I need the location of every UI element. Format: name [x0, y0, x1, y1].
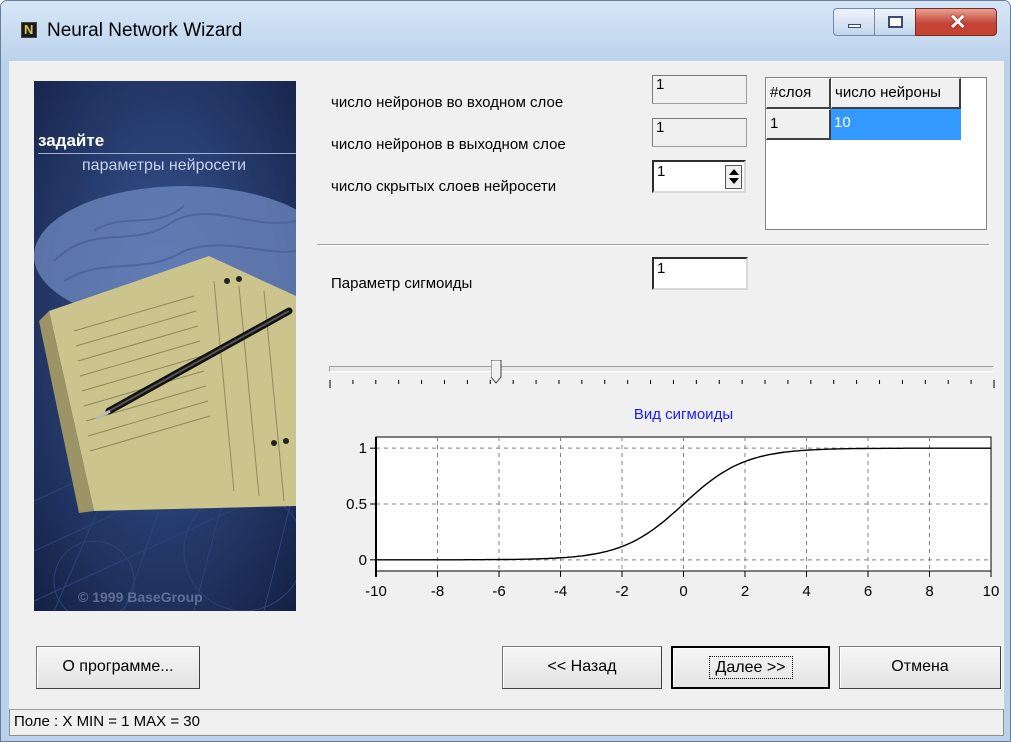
cancel-button-label: Отмена	[891, 658, 949, 675]
slider-ticks	[329, 380, 995, 388]
window-title: Neural Network Wizard	[47, 20, 243, 41]
spin-up-down-icon[interactable]	[725, 165, 742, 189]
y-tick-label: 0.5	[346, 496, 367, 513]
hidden-layers-value[interactable]: 1	[657, 163, 665, 180]
status-bar: Поле : X MIN = 1 MAX = 30	[9, 709, 1004, 736]
sigmoid-slider-track[interactable]	[329, 366, 994, 372]
x-tick-label: -8	[431, 583, 444, 600]
next-button[interactable]: Далее >>	[671, 646, 830, 689]
wizard-client-area: задайте параметры нейросети © 1999 BaseG…	[9, 61, 1004, 736]
grid-header-layer[interactable]: #слоя	[766, 78, 831, 109]
x-tick-label: 6	[864, 583, 872, 600]
x-tick-label: -10	[365, 583, 387, 600]
x-tick-label: 0	[679, 583, 687, 600]
x-tick-label: -6	[492, 583, 505, 600]
about-button-label: О программе...	[62, 658, 174, 675]
next-button-label: Далее >>	[708, 656, 793, 679]
sigmoid-chart: Вид сигмоиды -10 -8 -6 -4 -2 0 2 4 6 8 10 0 0.5 1	[346, 406, 999, 600]
back-button-label: << Назад	[547, 658, 617, 675]
sigmoid-param-input[interactable]: 1	[652, 257, 748, 290]
wizard-side-image: задайте параметры нейросети © 1999 BaseG…	[34, 81, 296, 611]
grid-cell-neurons-count[interactable]: 10	[831, 109, 961, 140]
maximize-icon	[888, 16, 903, 28]
wizard-window: Neural Network Wizard ✕	[0, 0, 1011, 742]
hidden-layers-spinbox[interactable]: 1	[652, 160, 746, 193]
x-tick-label: 8	[925, 583, 933, 600]
hidden-layers-label: число скрытых слоев нейросети	[331, 178, 557, 195]
minimize-button[interactable]	[833, 8, 875, 36]
image-subheading: параметры нейросети	[82, 157, 246, 174]
image-heading: задайте	[38, 131, 105, 150]
output-neurons-label: число нейронов в выходном слое	[331, 136, 566, 153]
y-tick-label: 0	[359, 552, 367, 569]
maximize-button[interactable]	[874, 8, 916, 36]
about-button[interactable]: О программе...	[36, 646, 200, 689]
separator	[317, 244, 989, 246]
x-tick-label: -4	[554, 583, 567, 600]
window-bottom-border	[1, 736, 1010, 741]
y-tick-label: 1	[359, 440, 367, 457]
grid-row-layer-number[interactable]: 1	[766, 109, 831, 140]
sigmoid-param-label: Параметр сигмоиды	[331, 275, 473, 292]
close-button[interactable]: ✕	[915, 8, 997, 36]
chart-title: Вид сигмоиды	[634, 406, 733, 423]
app-icon	[21, 22, 37, 38]
grid-header-neurons[interactable]: число нейроны	[831, 78, 961, 109]
image-copyright: © 1999 BaseGroup	[78, 589, 203, 605]
layers-grid[interactable]: #слоя число нейроны 1 10	[765, 77, 987, 230]
input-neurons-label: число нейронов во входном слое	[331, 94, 564, 111]
x-tick-label: -2	[615, 583, 628, 600]
cancel-button[interactable]: Отмена	[839, 646, 1001, 689]
title-bar[interactable]: Neural Network Wizard ✕	[1, 1, 1010, 61]
close-icon: ✕	[949, 11, 967, 34]
back-button[interactable]: << Назад	[502, 646, 662, 689]
output-neurons-field: 1	[652, 118, 747, 147]
minimize-icon	[848, 24, 861, 28]
x-tick-label: 4	[802, 583, 810, 600]
image-heading-underline	[38, 153, 296, 154]
input-neurons-field: 1	[652, 75, 747, 104]
x-tick-label: 2	[741, 583, 749, 600]
x-tick-label: 10	[983, 583, 999, 600]
